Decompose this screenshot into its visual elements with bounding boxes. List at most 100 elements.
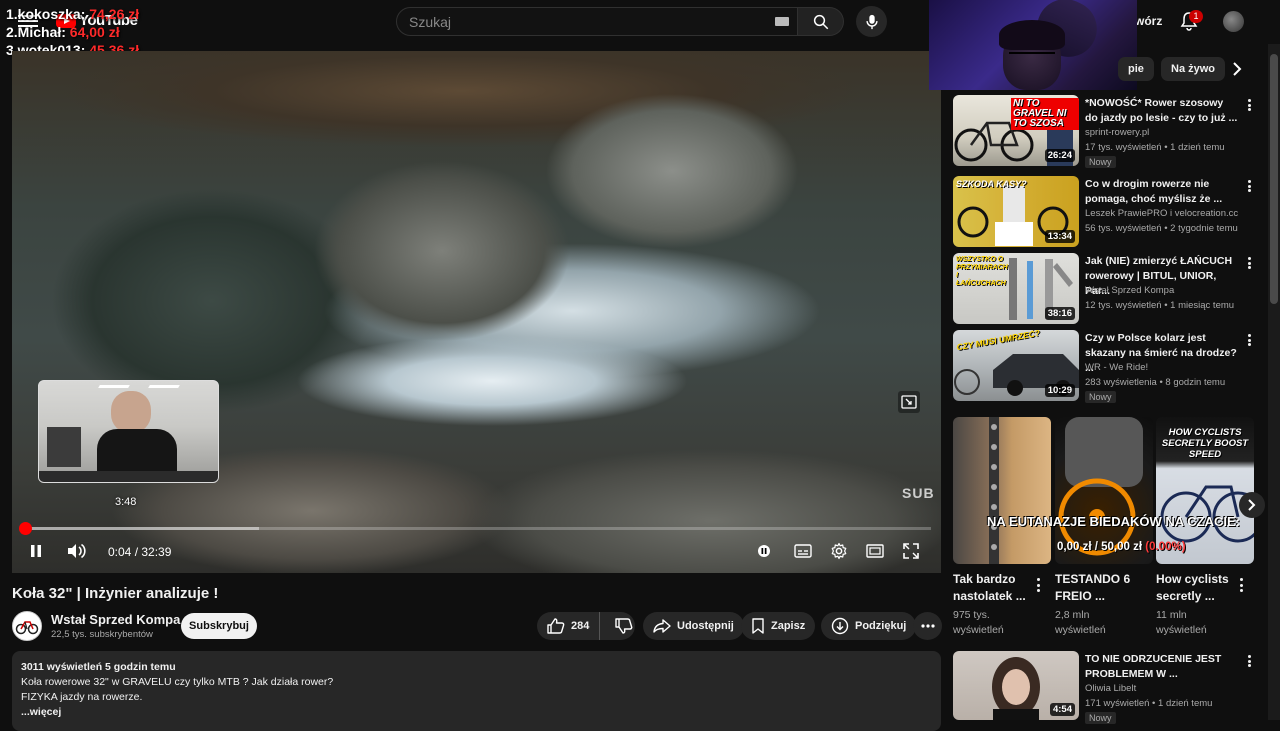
scrollbar-thumb[interactable] <box>1270 54 1278 304</box>
recommended-video[interactable]: WSZYSTKO O PRZYMIARACH I ŁAŃCUCHACH 38:1… <box>953 253 1268 325</box>
search-button[interactable] <box>798 7 844 36</box>
video-menu-button[interactable] <box>1243 653 1255 669</box>
save-button[interactable]: Zapisz <box>741 612 816 640</box>
player-controls: 0:04 / 32:39 <box>12 537 941 569</box>
thumbs-up-icon <box>547 618 565 634</box>
short-menu-button[interactable] <box>1034 578 1042 592</box>
video-thumbnail[interactable]: SZKODA KASY? 13:34 <box>953 176 1079 247</box>
recommended-video[interactable]: SZKODA KASY? 13:34 Co w drogim rowerze n… <box>953 176 1268 248</box>
subtitles-button[interactable] <box>789 537 817 565</box>
chips-next-button[interactable] <box>1226 58 1248 80</box>
thanks-icon <box>831 617 849 635</box>
thumbnail-caption: WSZYSTKO O PRZYMIARACH I ŁAŃCUCHACH <box>956 256 1008 287</box>
video-title[interactable]: Co w drogim rowerze nie pomaga, choć myś… <box>1085 177 1239 207</box>
video-duration: 26:24 <box>1044 149 1075 162</box>
video-duration: 38:16 <box>1044 307 1075 320</box>
dislike-button[interactable] <box>606 612 642 640</box>
fullscreen-button[interactable] <box>897 537 925 565</box>
theater-mode-button[interactable] <box>861 537 889 565</box>
search-icon <box>813 14 828 29</box>
create-button[interactable]: wórz <box>1135 14 1162 28</box>
video-stats: 17 tys. wyświetleń • 1 dzień temu <box>1085 142 1225 153</box>
time-display: 0:04 / 32:39 <box>108 545 172 559</box>
short-thumbnail[interactable] <box>953 417 1051 564</box>
video-menu-button[interactable] <box>1243 97 1255 113</box>
short-views: 11 mln wyświetleń <box>1156 609 1207 636</box>
buffered-bar <box>23 527 260 530</box>
like-button[interactable]: 284 <box>537 612 601 640</box>
short-views: 2,8 mln wyświetleń <box>1055 609 1106 636</box>
channel-name[interactable]: Leszek PrawiePRO i velocreation.cc <box>1085 208 1238 219</box>
recommended-video[interactable]: NI TO GRAVEL NI TO SZOSA 26:24 *NOWOŚĆ* … <box>953 95 1268 168</box>
video-menu-button[interactable] <box>1243 255 1255 271</box>
video-stats: 56 tys. wyświetleń • 2 tygodnie temu <box>1085 223 1238 234</box>
chevron-right-icon <box>1248 499 1256 511</box>
short-title[interactable]: Tak bardzo nastolatek ... <box>953 571 1033 605</box>
thanks-label: Podziękuj <box>855 620 907 632</box>
video-title[interactable]: *NOWOŚĆ* Rower szosowy do jazdy po lesie… <box>1085 96 1239 126</box>
video-frame <box>12 51 941 573</box>
bicycle-icon <box>15 621 39 635</box>
recommended-video[interactable]: 4:54 TO NIE ODRZUCENIE JEST PROBLEMEM W … <box>953 651 1268 724</box>
search-input[interactable] <box>397 8 757 35</box>
miniplayer-toggle-button[interactable] <box>898 391 920 413</box>
filter-chip[interactable]: pie <box>1118 57 1154 81</box>
show-more-link[interactable]: ...więcej <box>21 705 932 720</box>
video-thumbnail[interactable]: 4:54 <box>953 651 1079 720</box>
channel-name[interactable]: Wstał Sprzed Kompa <box>51 612 180 627</box>
like-dislike-group: 284 <box>537 612 635 640</box>
video-thumbnail[interactable]: CZY MUSI UMRZEĆ? 10:29 <box>953 330 1079 401</box>
channel-avatar[interactable] <box>12 611 42 641</box>
streamer-webcam <box>929 0 1137 90</box>
account-avatar[interactable] <box>1223 11 1244 32</box>
short-title[interactable]: TESTANDO 6 FREIO ... <box>1055 571 1135 605</box>
share-button[interactable]: Udostępnij <box>643 612 744 640</box>
new-badge: Nowy <box>1085 391 1116 403</box>
share-label: Udostępnij <box>677 620 734 632</box>
chevron-right-icon <box>1233 62 1242 76</box>
channel-name[interactable]: Wstał Sprzed Kompa <box>1085 285 1174 296</box>
microphone-icon <box>865 14 878 29</box>
notification-badge: 1 <box>1189 10 1203 23</box>
autoplay-toggle[interactable] <box>750 537 778 565</box>
view-count-and-date: 3011 wyświetleń 5 godzin temu <box>21 661 176 673</box>
channel-name[interactable]: Oliwia Libelt <box>1085 683 1136 694</box>
more-actions-button[interactable] <box>913 612 942 640</box>
video-title[interactable]: TO NIE ODRZUCENIE JEST PROBLEMEM W ... <box>1085 652 1239 682</box>
leaderboard-row: 1.kokoszka: 74,26 zł <box>6 6 140 22</box>
channel-name[interactable]: WR - We Ride! <box>1085 362 1148 373</box>
description-line: FIZYKA jazdy na rowerze. <box>21 691 143 703</box>
keyboard-icon[interactable] <box>775 17 789 26</box>
scrubber-handle[interactable] <box>18 522 32 535</box>
settings-button[interactable] <box>825 537 853 565</box>
donation-separator: / <box>1094 541 1098 553</box>
subscriber-count: 22,5 tys. subskrybentów <box>51 629 153 640</box>
volume-button[interactable] <box>62 537 90 565</box>
subscribe-button[interactable]: Subskrybuj <box>181 613 257 639</box>
filter-chip-live[interactable]: Na żywo <box>1161 57 1226 81</box>
video-thumbnail[interactable]: WSZYSTKO O PRZYMIARACH I ŁAŃCUCHACH 38:1… <box>953 253 1079 324</box>
thanks-button[interactable]: Podziękuj <box>821 612 917 640</box>
subscribe-watermark[interactable]: SUB <box>902 485 935 501</box>
seek-preview-time: 3:48 <box>115 496 137 508</box>
short-thumbnail-caption: HOW CYCLISTS SECRETLY BOOST SPEED <box>1161 427 1249 460</box>
video-stats: 283 wyświetlenia • 8 godzin temu <box>1085 377 1226 388</box>
subtitles-icon <box>794 544 812 558</box>
page-scrollbar[interactable] <box>1268 44 1280 720</box>
video-description[interactable]: 3011 wyświetleń 5 godzin temu Koła rower… <box>12 651 941 731</box>
video-player[interactable]: 3:48 SUB 0:04 / 32:39 <box>12 51 941 573</box>
video-thumbnail[interactable]: NI TO GRAVEL NI TO SZOSA 26:24 <box>953 95 1079 166</box>
video-menu-button[interactable] <box>1243 178 1255 194</box>
short-menu-button[interactable] <box>1237 578 1245 592</box>
recommended-video[interactable]: CZY MUSI UMRZEĆ? 10:29 Czy w Polsce kola… <box>953 330 1268 403</box>
pause-button[interactable] <box>22 537 50 565</box>
channel-name[interactable]: sprint-rowery.pl <box>1085 127 1149 138</box>
shorts-next-button[interactable] <box>1239 492 1265 518</box>
voice-search-button[interactable] <box>856 6 887 37</box>
video-menu-button[interactable] <box>1243 332 1255 348</box>
bookmark-icon <box>752 618 764 634</box>
short-title[interactable]: How cyclists secretly ... <box>1156 571 1236 605</box>
progress-bar[interactable] <box>18 522 931 535</box>
more-horizontal-icon <box>920 624 935 628</box>
video-duration: 10:29 <box>1044 384 1075 397</box>
